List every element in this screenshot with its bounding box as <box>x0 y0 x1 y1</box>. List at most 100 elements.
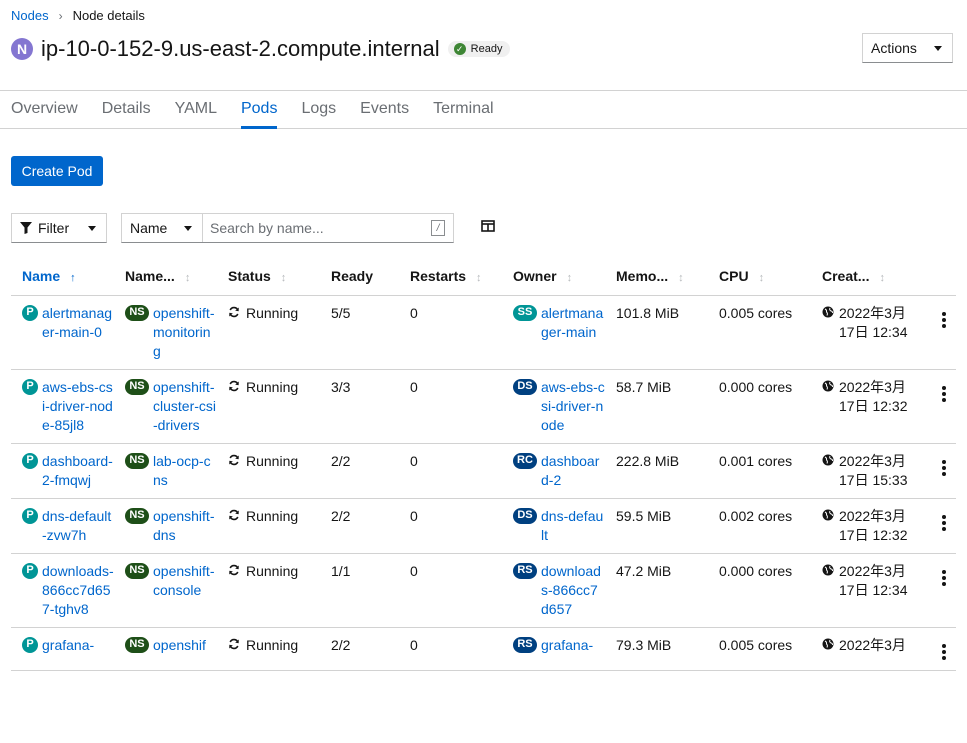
namespace-link[interactable]: openshif <box>153 636 206 655</box>
pod-name-cell: Pdns-default-zvw7h <box>11 498 114 554</box>
pod-kind-badge: P <box>22 378 38 395</box>
actions-dropdown[interactable]: Actions <box>862 33 953 63</box>
namespace-link[interactable]: lab-ocp-cns <box>153 452 217 490</box>
pod-name-link[interactable]: dns-default-zvw7h <box>42 507 114 545</box>
sync-icon <box>229 306 239 317</box>
row-actions-cell <box>921 627 956 671</box>
kebab-menu-icon[interactable] <box>932 452 956 478</box>
column-header-created[interactable]: Creat... ↕ <box>811 257 921 296</box>
cpu-cell: 0.000 cores <box>708 369 811 444</box>
status-text: Running <box>246 636 299 653</box>
sort-icon: ↕ <box>879 271 885 284</box>
status-cell: Running <box>217 553 320 628</box>
owner-link[interactable]: dashboard-2 <box>541 452 605 490</box>
owner-link[interactable]: aws-ebs-csi-driver-node <box>541 378 605 435</box>
page-title: ip-10-0-152-9.us-east-2.compute.internal <box>41 36 440 61</box>
globe-icon <box>822 509 834 520</box>
created-cell: 2022年3月17日 12:32 <box>811 498 921 554</box>
row-actions-cell <box>921 295 956 370</box>
filter-label: Filter <box>38 220 70 236</box>
column-header-namespace[interactable]: Name... ↕ <box>114 257 217 296</box>
column-header-ready[interactable]: Ready <box>320 257 399 296</box>
owner-link[interactable]: downloads-866cc7d657 <box>541 562 605 619</box>
search-input[interactable]: Search by name... / <box>202 213 454 243</box>
namespace-cell: NS openshift-cluster-csi-drivers <box>114 369 217 444</box>
namespace-link[interactable]: openshift-cluster-csi-drivers <box>153 378 217 435</box>
owner-link[interactable]: dns-default <box>541 507 605 545</box>
kebab-menu-icon[interactable] <box>932 304 956 330</box>
tab-terminal[interactable]: Terminal <box>421 91 505 128</box>
owner-cell: RS downloads-866cc7d657 <box>502 553 605 628</box>
kebab-menu-icon[interactable] <box>932 507 956 533</box>
create-pod-button[interactable]: Create Pod <box>11 156 103 186</box>
table-row: Paws-ebs-csi-driver-node-85jl8 NS openshif… <box>11 369 956 444</box>
column-header-memory[interactable]: Memo... ↕ <box>605 257 708 296</box>
pod-name-link[interactable]: aws-ebs-csi-driver-node-85jl8 <box>42 378 114 435</box>
pod-name-cell: Pgrafana- <box>11 627 114 671</box>
ready-cell: 5/5 <box>320 295 399 370</box>
tab-details[interactable]: Details <box>90 91 163 128</box>
globe-icon <box>822 454 834 465</box>
namespace-link[interactable]: openshift-monitoring <box>153 304 217 361</box>
tab-logs[interactable]: Logs <box>289 91 348 128</box>
restarts-cell: 0 <box>399 369 502 444</box>
pod-kind-badge: P <box>22 636 38 653</box>
owner-link[interactable]: alertmanager-main <box>541 304 605 342</box>
pod-name-link[interactable]: downloads-866cc7d657-tghv8 <box>42 562 114 619</box>
chevron-right-icon: › <box>58 8 63 23</box>
kebab-menu-icon[interactable] <box>932 562 956 588</box>
column-header-owner[interactable]: Owner ↕ <box>502 257 605 296</box>
column-header-name[interactable]: Name ↑ <box>11 257 114 296</box>
tab-yaml[interactable]: YAML <box>163 91 229 128</box>
caret-down-icon <box>934 45 942 51</box>
sync-icon <box>229 509 239 520</box>
kebab-menu-icon[interactable] <box>932 378 956 404</box>
created-cell: 2022年3月 <box>811 627 921 671</box>
tab-overview[interactable]: Overview <box>0 91 90 128</box>
page-header: N ip-10-0-152-9.us-east-2.compute.intern… <box>11 36 511 62</box>
tab-pods[interactable]: Pods <box>229 91 289 129</box>
namespace-cell: NS lab-ocp-cns <box>114 443 217 499</box>
restarts-cell: 0 <box>399 498 502 554</box>
created-cell: 2022年3月17日 12:34 <box>811 295 921 370</box>
tab-events[interactable]: Events <box>348 91 421 128</box>
owner-cell: DS dns-default <box>502 498 605 554</box>
breadcrumb-nodes-link[interactable]: Nodes <box>11 8 49 23</box>
column-header-restarts[interactable]: Restarts ↕ <box>399 257 502 296</box>
created-text: 2022年3月17日 12:32 <box>839 378 908 414</box>
ready-cell: 1/1 <box>320 553 399 628</box>
namespace-link[interactable]: openshift-console <box>153 562 217 600</box>
owner-link[interactable]: grafana- <box>541 636 593 655</box>
manage-columns-icon[interactable] <box>481 219 495 233</box>
namespace-kind-badge: NS <box>125 562 149 579</box>
owner-cell: RS grafana- <box>502 627 605 671</box>
status-cell: Running <box>217 627 320 671</box>
namespace-kind-badge: NS <box>125 304 149 321</box>
table-header-row: Name ↑ Name... ↕ Status ↕ Ready Restarts ↕ O… <box>11 257 956 296</box>
owner-kind-badge: DS <box>513 378 537 395</box>
node-kind-badge: N <box>11 38 33 60</box>
namespace-link[interactable]: openshift-dns <box>153 507 217 545</box>
column-header-cpu[interactable]: CPU ↕ <box>708 257 811 296</box>
filter-type-select[interactable]: Name <box>121 213 203 243</box>
status-text: Running <box>246 378 299 395</box>
kebab-menu-icon[interactable] <box>932 636 956 662</box>
ready-cell: 2/2 <box>320 443 399 499</box>
pod-name-link[interactable]: alertmanager-main-0 <box>42 304 114 342</box>
restarts-cell: 0 <box>399 553 502 628</box>
filter-type-label: Name <box>130 220 168 236</box>
pod-name-cell: Pdownloads-866cc7d657-tghv8 <box>11 553 114 628</box>
filter-dropdown[interactable]: Filter <box>11 213 107 243</box>
created-cell: 2022年3月17日 15:33 <box>811 443 921 499</box>
sync-icon <box>229 380 239 391</box>
pod-name-link[interactable]: dashboard-2-fmqwj <box>42 452 114 490</box>
table-row: Palertmanager-main-0 NS openshift-monitori… <box>11 295 956 370</box>
status-text: Running <box>246 562 299 579</box>
pod-kind-badge: P <box>22 507 38 524</box>
globe-icon <box>822 380 834 391</box>
sync-icon <box>229 564 239 575</box>
column-header-status[interactable]: Status ↕ <box>217 257 320 296</box>
pod-name-link[interactable]: grafana- <box>42 636 94 655</box>
status-cell: Running <box>217 295 320 370</box>
pod-name-cell: Paws-ebs-csi-driver-node-85jl8 <box>11 369 114 444</box>
